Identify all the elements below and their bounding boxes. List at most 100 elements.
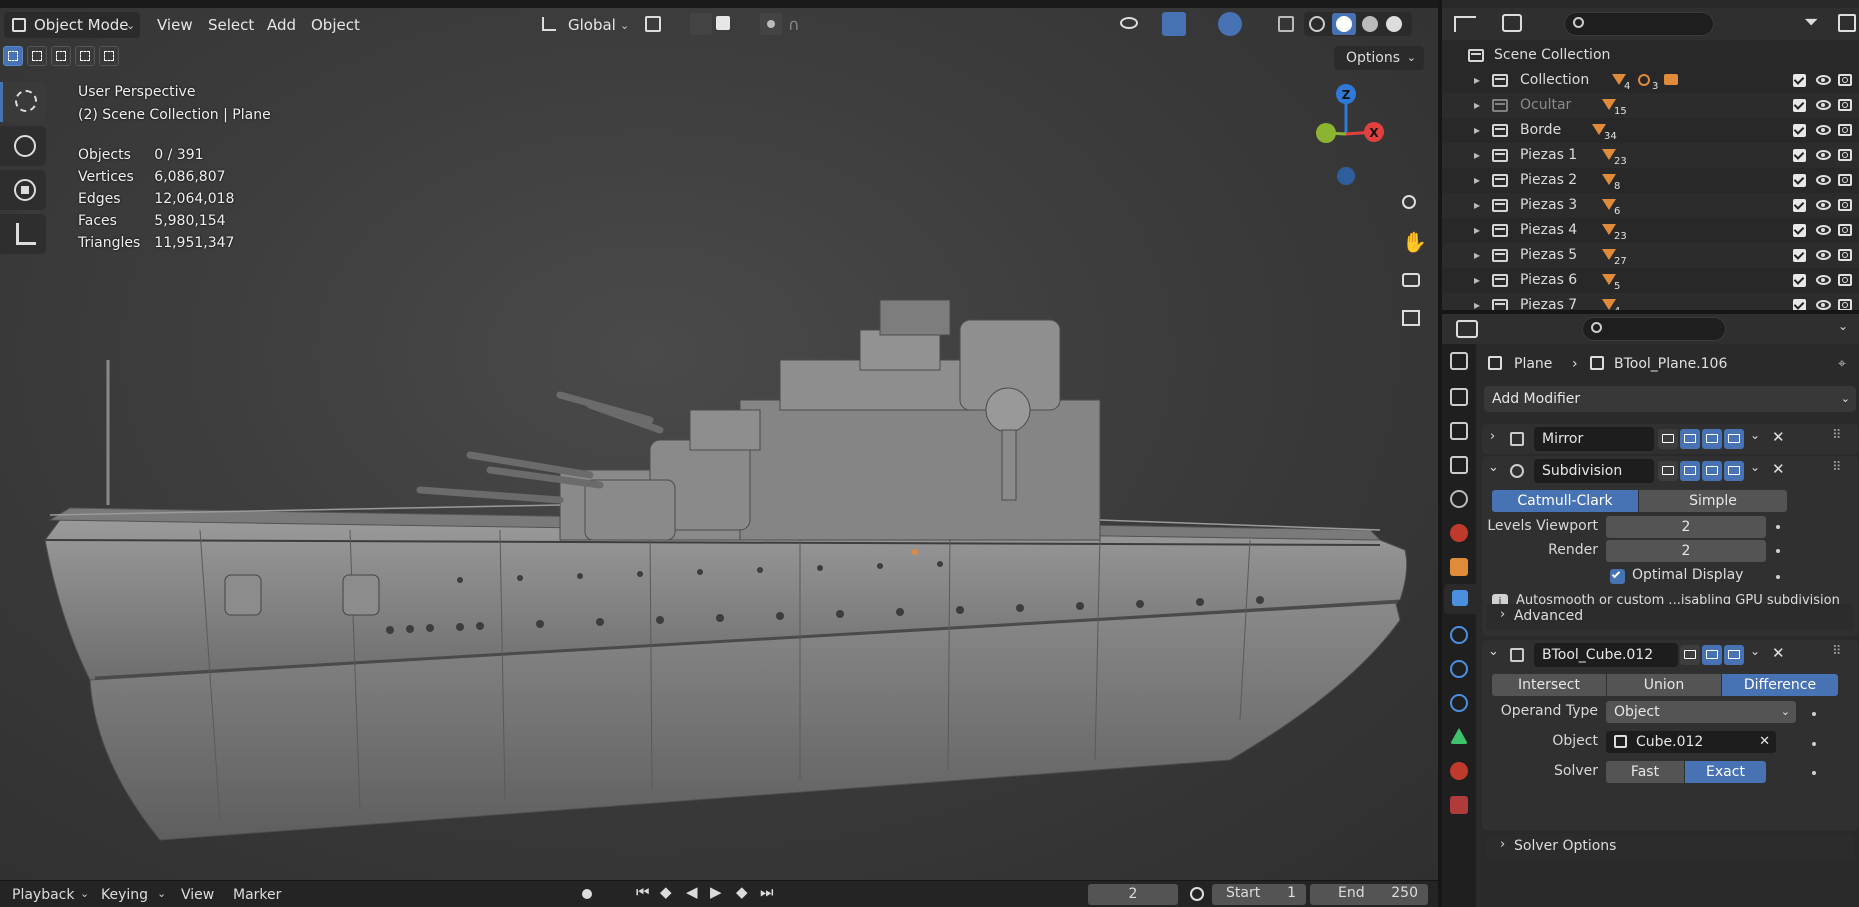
- rendered-shading-icon[interactable]: [1386, 16, 1402, 32]
- viewport-toggle-icon[interactable]: [1702, 429, 1722, 449]
- eye-icon[interactable]: [1816, 75, 1831, 85]
- start-frame-field[interactable]: Start 1: [1212, 884, 1306, 905]
- new-collection-icon[interactable]: [1838, 14, 1856, 32]
- animate-dot-icon[interactable]: [1776, 549, 1780, 553]
- edit-mode-toggle-icon[interactable]: [1680, 645, 1700, 665]
- xray-icon[interactable]: [1278, 16, 1294, 32]
- add-modifier-button[interactable]: Add Modifier ⌄: [1484, 386, 1856, 412]
- mode-dropdown[interactable]: Object Mode ⌄: [4, 12, 140, 38]
- union-button[interactable]: Union: [1607, 674, 1721, 696]
- prev-keyframe-icon[interactable]: ◆: [660, 883, 672, 901]
- exclude-checkbox[interactable]: [1793, 299, 1806, 310]
- exclude-checkbox[interactable]: [1793, 74, 1806, 87]
- eye-icon[interactable]: [1816, 125, 1831, 135]
- advanced-subpanel[interactable]: › Advanced: [1486, 604, 1854, 630]
- eye-icon[interactable]: [1816, 225, 1831, 235]
- view-layer-tab-icon[interactable]: [1450, 456, 1468, 474]
- eye-icon[interactable]: [1816, 200, 1831, 210]
- chevron-down-icon[interactable]: ⌄: [1488, 644, 1499, 659]
- solid-shading-icon[interactable]: [1332, 13, 1356, 35]
- outliner-row[interactable]: ▸ Piezas 5 27: [1442, 243, 1859, 268]
- on-cage-toggle-icon[interactable]: [1680, 429, 1700, 449]
- menu-keying[interactable]: Keying: [101, 885, 148, 905]
- exclude-checkbox[interactable]: [1793, 99, 1806, 112]
- render-camera-icon[interactable]: [1838, 274, 1852, 286]
- eye-icon[interactable]: [1816, 175, 1831, 185]
- select-intersect-icon[interactable]: [99, 46, 119, 66]
- eye-icon[interactable]: [1816, 150, 1831, 160]
- projection-toggle-button[interactable]: [1394, 302, 1428, 336]
- menu-object[interactable]: Object: [311, 12, 360, 38]
- options-dropdown[interactable]: Options ⌄: [1334, 46, 1424, 70]
- menu-marker[interactable]: Marker: [233, 885, 281, 905]
- gizmo-toggle-icon[interactable]: [1162, 12, 1186, 36]
- drag-handle-icon[interactable]: ⠿: [1832, 428, 1842, 443]
- zoom-button[interactable]: [1394, 188, 1428, 222]
- expand-arrow-icon[interactable]: ▸: [1474, 218, 1480, 243]
- close-icon[interactable]: ✕: [1772, 644, 1785, 662]
- optimal-display-checkbox[interactable]: [1610, 569, 1625, 584]
- overlays-toggle-icon[interactable]: [1218, 12, 1242, 36]
- exclude-checkbox[interactable]: [1793, 224, 1806, 237]
- clear-icon[interactable]: ✕: [1759, 731, 1770, 753]
- cursor-tool[interactable]: [0, 82, 46, 122]
- exclude-checkbox[interactable]: [1793, 174, 1806, 187]
- expand-arrow-icon[interactable]: ▸: [1474, 293, 1480, 310]
- proportional-edit-icon[interactable]: [760, 13, 782, 35]
- expand-arrow-icon[interactable]: ▸: [1474, 143, 1480, 168]
- filter-icon[interactable]: ⏷: [1804, 12, 1818, 33]
- drag-handle-icon[interactable]: ⠿: [1832, 644, 1842, 659]
- material-tab-icon[interactable]: [1450, 762, 1468, 780]
- catmull-clark-button[interactable]: Catmull-Clark: [1492, 490, 1638, 512]
- jump-start-icon[interactable]: ⏮: [636, 883, 650, 901]
- editor-type-icon[interactable]: [1454, 16, 1476, 32]
- output-tab-icon[interactable]: [1450, 422, 1468, 440]
- menu-playback[interactable]: Playback: [12, 885, 74, 905]
- simple-button[interactable]: Simple: [1639, 490, 1787, 512]
- play-reverse-icon[interactable]: ◀: [686, 883, 698, 901]
- solver-options-subpanel[interactable]: › Solver Options: [1486, 834, 1854, 860]
- render-levels-field[interactable]: 2: [1606, 540, 1766, 562]
- render-camera-icon[interactable]: [1838, 149, 1852, 161]
- exclude-checkbox[interactable]: [1793, 149, 1806, 162]
- exclude-checkbox[interactable]: [1793, 199, 1806, 212]
- chevron-right-icon[interactable]: ›: [1490, 429, 1495, 444]
- particles-tab-icon[interactable]: [1450, 626, 1468, 644]
- tool-tab-icon[interactable]: [1450, 352, 1468, 370]
- boolean-name-field[interactable]: BTool_Cube.012: [1534, 643, 1678, 667]
- menu-add[interactable]: Add: [267, 12, 296, 38]
- menu-view[interactable]: View: [157, 12, 193, 38]
- render-camera-icon[interactable]: [1838, 174, 1852, 186]
- viewport-toggle-icon[interactable]: [1702, 461, 1722, 481]
- data-tab-icon[interactable]: [1450, 728, 1468, 744]
- physics-tab-icon[interactable]: [1450, 660, 1468, 678]
- 3d-viewport[interactable]: Object Mode ⌄ View Select Add Object Glo…: [0, 0, 1438, 880]
- exclude-checkbox[interactable]: [1793, 274, 1806, 287]
- chevron-down-icon[interactable]: ⌄: [1750, 460, 1760, 474]
- navigation-gizmo[interactable]: Z X: [1296, 80, 1406, 190]
- animate-dot-icon[interactable]: [1776, 575, 1780, 579]
- animate-dot-icon[interactable]: [1812, 771, 1816, 775]
- record-icon[interactable]: [582, 889, 592, 899]
- eye-icon[interactable]: [1816, 100, 1831, 110]
- eye-icon[interactable]: [1816, 275, 1831, 285]
- select-subtract-icon[interactable]: [51, 46, 71, 66]
- outliner-row[interactable]: ▸ Piezas 1 23: [1442, 143, 1859, 168]
- world-tab-icon[interactable]: [1450, 524, 1468, 542]
- scene-tab-icon[interactable]: [1450, 490, 1468, 508]
- drag-handle-icon[interactable]: ⠿: [1832, 460, 1842, 475]
- select-extend-icon[interactable]: [27, 46, 47, 66]
- close-icon[interactable]: ✕: [1772, 428, 1785, 446]
- measure-tool[interactable]: [0, 214, 46, 254]
- animate-dot-icon[interactable]: [1776, 525, 1780, 529]
- edit-mode-toggle-icon[interactable]: [1658, 429, 1678, 449]
- rotate-tool[interactable]: [0, 126, 46, 166]
- select-new-icon[interactable]: [3, 46, 23, 66]
- snap-target-icon[interactable]: [716, 16, 730, 30]
- exclude-checkbox[interactable]: [1793, 124, 1806, 137]
- mirror-name-field[interactable]: Mirror: [1534, 427, 1654, 451]
- pivot-icon[interactable]: [645, 16, 661, 32]
- outliner-search-input[interactable]: [1564, 12, 1714, 36]
- render-toggle-icon[interactable]: [1724, 461, 1744, 481]
- expand-arrow-icon[interactable]: ▸: [1474, 118, 1480, 143]
